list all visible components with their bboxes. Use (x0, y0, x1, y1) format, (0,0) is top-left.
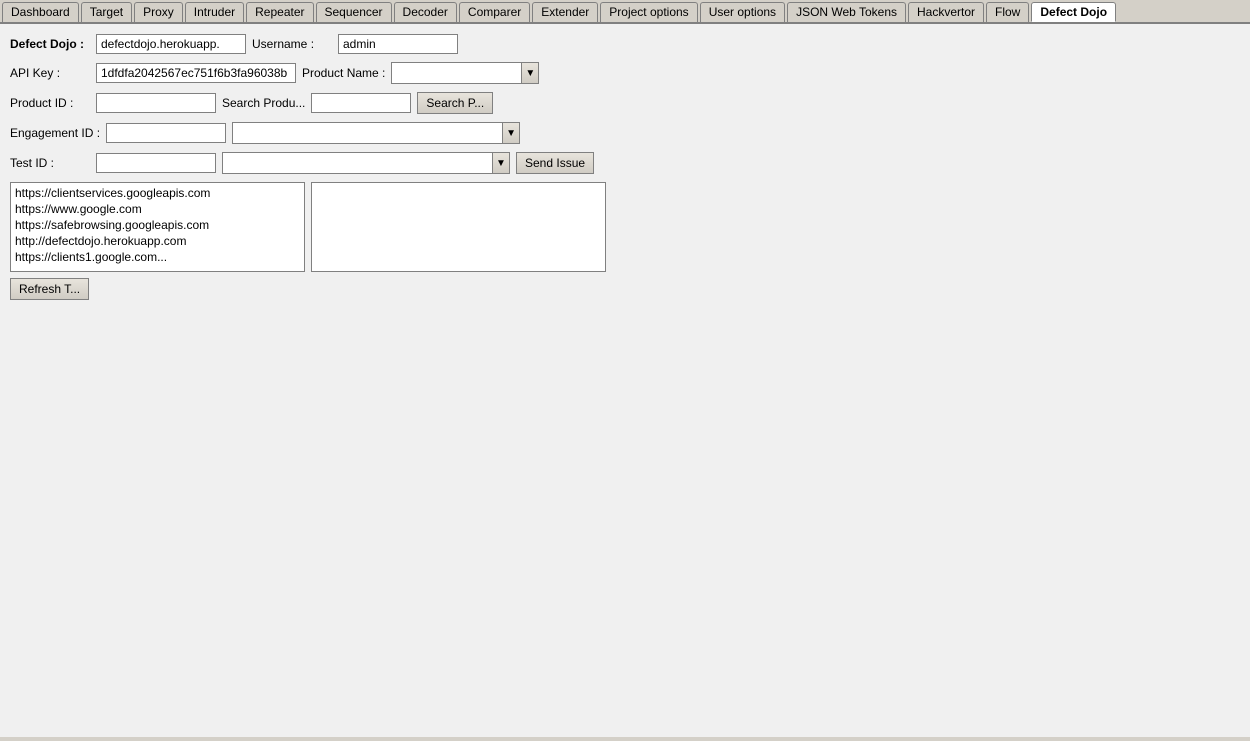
tab-sequencer[interactable]: Sequencer (316, 2, 392, 22)
tab-dashboard[interactable]: Dashboard (2, 2, 79, 22)
tab-intruder[interactable]: Intruder (185, 2, 244, 22)
send-issue-button[interactable]: Send Issue (516, 152, 594, 174)
url-list-container: https://clientservices.googleapis.com ht… (10, 182, 1240, 272)
engagement-id-label: Engagement ID : (10, 126, 100, 140)
list-item[interactable]: https://clientservices.googleapis.com (13, 185, 302, 201)
product-name-select-container: ▼ (391, 62, 539, 84)
test-select-container: ▼ (222, 152, 510, 174)
tab-flow[interactable]: Flow (986, 2, 1029, 22)
tab-user-options[interactable]: User options (700, 2, 785, 22)
test-select-input[interactable] (222, 152, 492, 174)
search-product-button[interactable]: Search P... (417, 92, 493, 114)
username-input[interactable] (338, 34, 458, 54)
test-dropdown-arrow[interactable]: ▼ (492, 152, 510, 174)
list-item[interactable]: https://www.google.com (13, 201, 302, 217)
defect-dojo-row: Defect Dojo : Username : (10, 34, 1240, 54)
search-product-label: Search Produ... (222, 96, 305, 110)
product-name-input[interactable] (391, 62, 521, 84)
username-label: Username : (252, 37, 332, 51)
product-id-row: Product ID : Search Produ... Search P... (10, 92, 1240, 114)
tab-target[interactable]: Target (81, 2, 132, 22)
engagement-select-input[interactable] (232, 122, 502, 144)
tab-bar: Dashboard Target Proxy Intruder Repeater… (0, 0, 1250, 24)
tab-extender[interactable]: Extender (532, 2, 598, 22)
engagement-dropdown-arrow[interactable]: ▼ (502, 122, 520, 144)
api-key-input[interactable] (96, 63, 296, 83)
product-name-dropdown-arrow[interactable]: ▼ (521, 62, 539, 84)
product-id-label: Product ID : (10, 96, 90, 110)
refresh-row: Refresh T... (10, 278, 1240, 300)
url-list[interactable]: https://clientservices.googleapis.com ht… (10, 182, 305, 272)
tab-project-options[interactable]: Project options (600, 2, 697, 22)
search-product-input[interactable] (311, 93, 411, 113)
tab-hackvertor[interactable]: Hackvertor (908, 2, 984, 22)
test-id-input[interactable] (96, 153, 216, 173)
api-key-label: API Key : (10, 66, 90, 80)
tab-decoder[interactable]: Decoder (394, 2, 457, 22)
engagement-id-row: Engagement ID : ▼ (10, 122, 1240, 144)
engagement-select-container: ▼ (232, 122, 520, 144)
product-name-label: Product Name : (302, 66, 385, 80)
main-content: Defect Dojo : Username : API Key : Produ… (0, 24, 1250, 737)
refresh-button[interactable]: Refresh T... (10, 278, 89, 300)
engagement-id-input[interactable] (106, 123, 226, 143)
tab-json-web-tokens[interactable]: JSON Web Tokens (787, 2, 906, 22)
tab-defect-dojo[interactable]: Defect Dojo (1031, 2, 1116, 22)
defect-dojo-url-input[interactable] (96, 34, 246, 54)
issue-textarea[interactable] (311, 182, 606, 272)
list-item[interactable]: https://safebrowsing.googleapis.com (13, 217, 302, 233)
api-key-row: API Key : Product Name : ▼ (10, 62, 1240, 84)
defect-dojo-label: Defect Dojo : (10, 37, 90, 51)
list-item[interactable]: https://clients1.google.com... (13, 249, 302, 265)
product-id-input[interactable] (96, 93, 216, 113)
test-id-row: Test ID : ▼ Send Issue (10, 152, 1240, 174)
tab-proxy[interactable]: Proxy (134, 2, 183, 22)
tab-repeater[interactable]: Repeater (246, 2, 313, 22)
test-id-label: Test ID : (10, 156, 90, 170)
tab-comparer[interactable]: Comparer (459, 2, 530, 22)
list-item[interactable]: http://defectdojo.herokuapp.com (13, 233, 302, 249)
